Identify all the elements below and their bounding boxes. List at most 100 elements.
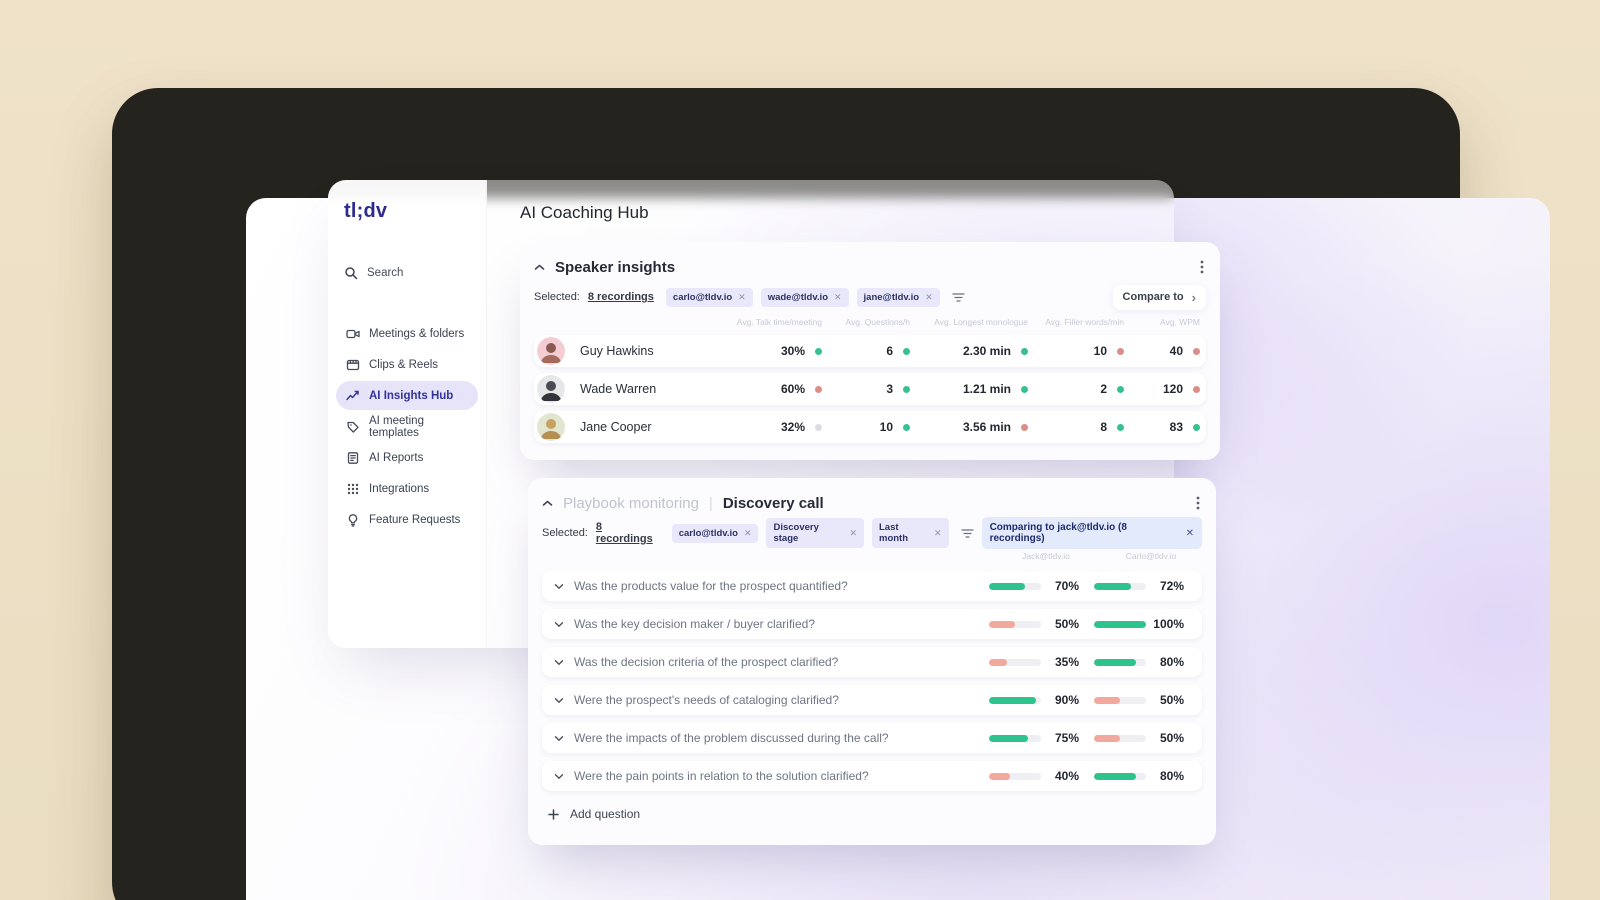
speaker-name: Wade Warren: [580, 382, 657, 396]
question-row[interactable]: Was the decision criteria of the prospec…: [542, 647, 1202, 677]
filter-chip-jane[interactable]: jane@tldv.io ✕: [856, 287, 940, 307]
sidebar-item-ai-reports[interactable]: AI Reports: [336, 443, 478, 472]
sidebar-item-ai-meeting-templates[interactable]: AI meeting templates: [336, 412, 478, 441]
close-icon[interactable]: ✕: [744, 528, 752, 539]
progress-percent: 100%: [1153, 617, 1184, 631]
question-text: Were the prospect's needs of cataloging …: [574, 693, 839, 707]
progress-fill: [1094, 658, 1136, 666]
progress-fill: [1094, 582, 1132, 590]
close-icon[interactable]: ✕: [925, 292, 933, 303]
filter-funnel-icon[interactable]: [960, 528, 974, 539]
progress-percent: 50%: [1159, 731, 1184, 745]
selected-label: Selected:: [534, 291, 580, 303]
status-dot: [1021, 385, 1028, 393]
metric-value: 83: [1169, 420, 1183, 434]
progress-left: 40%: [989, 769, 1079, 783]
close-icon[interactable]: ✕: [849, 528, 857, 539]
table-row[interactable]: Wade Warren 60% 3 1.21 min 2 120: [534, 373, 1206, 405]
progress-percent: 35%: [1054, 655, 1079, 669]
progress-left: 50%: [989, 617, 1079, 631]
progress-fill: [989, 582, 1026, 590]
sidebar-item-label: AI Insights Hub: [369, 389, 454, 402]
status-dot: [815, 423, 822, 431]
progress-left: 90%: [989, 693, 1079, 707]
collapse-chevron-up-icon[interactable]: [542, 500, 553, 507]
status-dot: [815, 347, 822, 355]
compare-to-button[interactable]: Compare to ›: [1112, 284, 1206, 310]
sidebar-item-label: Meetings & folders: [369, 327, 465, 340]
metric-value: 120: [1162, 382, 1183, 396]
speaker-insights-header: Speaker insights: [534, 254, 1206, 280]
chevron-down-icon[interactable]: [554, 583, 570, 590]
chip-label: Last month: [879, 522, 909, 544]
question-text: Were the pain points in relation to the …: [574, 769, 869, 783]
speaker-insights-card: Speaker insights Selected: 8 recordings …: [520, 242, 1220, 460]
close-icon[interactable]: ✕: [1186, 528, 1194, 539]
progress-fill: [1094, 734, 1120, 742]
table-row[interactable]: Jane Cooper 32% 10 3.56 min 8 83: [534, 411, 1206, 443]
column-header: Jack@tldv.io: [1022, 551, 1070, 561]
status-dot: [1021, 423, 1028, 431]
progress-percent: 72%: [1159, 579, 1184, 593]
kebab-menu-icon[interactable]: [1198, 258, 1206, 276]
metric-value: 2.30 min: [962, 344, 1011, 358]
progress-right: 80%: [1094, 655, 1184, 669]
avatar: [537, 413, 565, 441]
sidebar-item-meetings-folders[interactable]: Meetings & folders: [336, 319, 478, 348]
sidebar-item-label: AI meeting templates: [369, 414, 424, 439]
progress-right: 50%: [1094, 731, 1184, 745]
sidebar-item-ai-insights-hub[interactable]: AI Insights Hub: [336, 381, 478, 410]
column-header: Avg. Longest monologue: [934, 317, 1028, 327]
question-row[interactable]: Were the pain points in relation to the …: [542, 761, 1202, 791]
plus-icon: [548, 808, 559, 820]
status-dot: [903, 385, 910, 393]
close-icon[interactable]: ✕: [738, 292, 746, 303]
chip-label: carlo@tldv.io: [678, 527, 738, 539]
question-row[interactable]: Was the products value for the prospect …: [542, 571, 1202, 601]
close-icon[interactable]: ✕: [834, 292, 842, 303]
search-button[interactable]: Search: [344, 266, 403, 280]
metric-value: 40: [1169, 344, 1183, 358]
progress-fill: [1094, 772, 1136, 780]
collapse-chevron-up-icon[interactable]: [534, 264, 545, 271]
status-dot: [903, 423, 910, 431]
question-row[interactable]: Was the key decision maker / buyer clari…: [542, 609, 1202, 639]
metric-value: 3.56 min: [962, 420, 1011, 434]
comparing-to-chip[interactable]: Comparing to jack@tldv.io (8 recordings)…: [981, 517, 1203, 549]
selected-recordings-link[interactable]: 8 recordings: [588, 291, 654, 303]
chevron-down-icon[interactable]: [554, 697, 570, 704]
filter-chip-discovery-stage[interactable]: Discovery stage ✕: [766, 518, 864, 548]
progress-track: [1094, 658, 1146, 666]
filter-chip-wade[interactable]: wade@tldv.io ✕: [760, 287, 849, 307]
status-dot: [1117, 423, 1124, 431]
filter-funnel-icon[interactable]: [952, 292, 965, 303]
sidebar-item-clips-reels[interactable]: Clips & Reels: [336, 350, 478, 379]
progress-track: [1094, 772, 1146, 780]
question-row[interactable]: Were the prospect's needs of cataloging …: [542, 685, 1202, 715]
filter-chip-last-month[interactable]: Last month ✕: [872, 518, 949, 548]
template-tag-icon: [346, 420, 360, 434]
close-icon[interactable]: ✕: [934, 528, 942, 539]
table-row[interactable]: Guy Hawkins 30% 6 2.30 min 10 40: [534, 335, 1206, 367]
playbook-columns: Jack@tldv.io Carlo@tldv.io: [542, 549, 1202, 563]
progress-right: 50%: [1094, 693, 1184, 707]
filter-chip-carlo[interactable]: carlo@tldv.io ✕: [665, 287, 753, 307]
filter-chip-carlo[interactable]: carlo@tldv.io ✕: [671, 523, 759, 543]
chevron-down-icon[interactable]: [554, 621, 570, 628]
chevron-down-icon[interactable]: [554, 735, 570, 742]
sidebar-item-label: Integrations: [369, 482, 430, 495]
kebab-menu-icon[interactable]: [1194, 494, 1202, 512]
question-row[interactable]: Were the impacts of the problem discusse…: [542, 723, 1202, 753]
selected-recordings-link[interactable]: 8 recordings: [596, 521, 660, 545]
add-question-button[interactable]: Add question: [542, 799, 1202, 829]
sidebar-nav: Meetings & folders Clips & Reels AI Insi…: [334, 318, 480, 535]
column-header: Avg. Filler words/min: [1045, 317, 1124, 327]
chevron-down-icon[interactable]: [554, 659, 570, 666]
chevron-down-icon[interactable]: [554, 773, 570, 780]
sidebar-item-feature-requests[interactable]: Feature Requests: [336, 505, 478, 534]
metric-value: 6: [886, 344, 893, 358]
status-dot: [903, 347, 910, 355]
tldv-logo: tl;dv: [344, 200, 388, 222]
sidebar-item-integrations[interactable]: Integrations: [336, 474, 478, 503]
sidebar-item-label: Feature Requests: [369, 513, 461, 526]
